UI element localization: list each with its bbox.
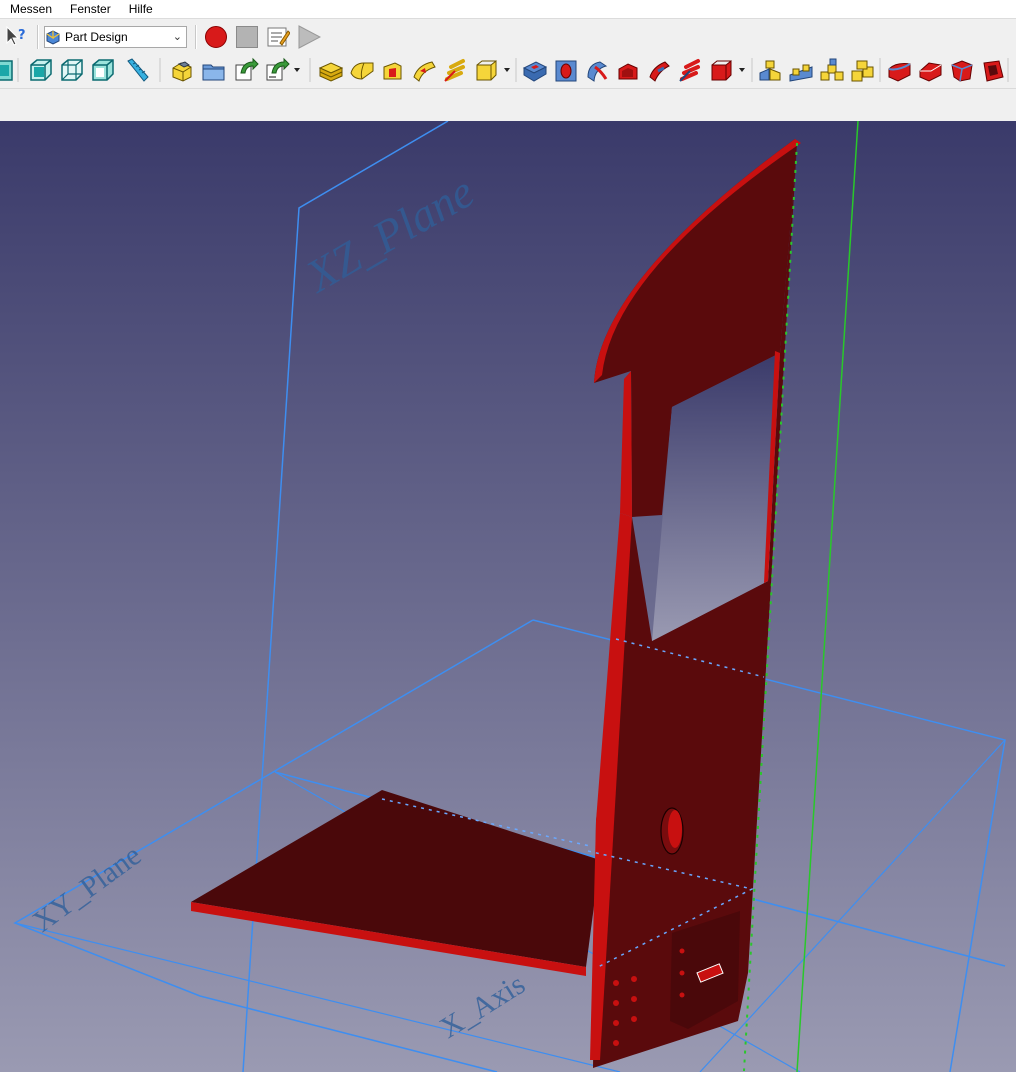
subtractive-primitive-icon[interactable] [711,59,732,81]
subtractive-loft-icon[interactable] [618,63,638,80]
chevron-down-icon: ⌄ [172,31,182,43]
measure-icon[interactable] [127,58,149,82]
groove-icon[interactable] [587,61,608,82]
additive-helix-icon[interactable] [444,59,465,82]
menu-bar: Messen Fenster Hilfe [0,0,1016,18]
box-view-icon[interactable] [0,60,13,81]
chevron-down-icon[interactable] [294,68,300,72]
additive-loft-icon[interactable] [383,62,402,80]
create-body-icon[interactable] [172,61,192,82]
hole-icon[interactable] [555,60,577,82]
sub-shape-binder-icon[interactable] [266,57,290,81]
macro-toolbar: ? Part Design ⌄ [0,18,1016,53]
linear-pattern-icon[interactable] [789,64,813,82]
revolution-icon[interactable] [350,62,374,80]
round-hole-inner [668,810,682,848]
menu-hilfe[interactable]: Hilfe [119,0,161,18]
chevron-down-icon[interactable] [739,68,745,72]
clip-view-icon[interactable] [61,59,83,81]
draft-icon[interactable] [951,60,973,82]
additive-primitive-icon[interactable] [476,59,497,81]
whats-this-icon[interactable]: ? [4,24,28,48]
pocket-icon[interactable] [522,61,548,82]
thickness-icon[interactable] [983,60,1004,82]
menu-fenster[interactable]: Fenster [60,0,119,18]
run-macro-icon[interactable] [297,25,321,49]
clip-view-icon[interactable] [92,59,114,81]
mirrored-icon[interactable] [759,60,781,81]
menu-messen[interactable]: Messen [0,0,60,18]
wireframe-view-icon[interactable] [30,59,52,81]
workbench-label: Part Design [65,30,128,44]
pad-icon[interactable] [318,62,344,82]
stop-macro-icon[interactable] [235,25,259,49]
shape-binder-icon[interactable] [235,57,259,81]
fillet-icon[interactable] [888,63,911,82]
toolbar-separator [195,25,197,49]
multi-transform-icon[interactable] [851,60,874,82]
create-part-icon[interactable] [202,64,225,81]
workbench-selector[interactable]: Part Design ⌄ [44,26,187,48]
edit-macro-icon[interactable] [266,25,290,49]
subtractive-pipe-icon[interactable] [649,61,670,82]
subtractive-helix-icon[interactable] [679,59,700,82]
record-macro-icon[interactable] [204,25,228,49]
chevron-down-icon[interactable] [504,68,510,72]
part-design-workbench-icon [46,30,60,45]
toolbar-separator [37,25,39,49]
empty-toolbar-area [0,88,1016,121]
polar-pattern-icon[interactable] [820,58,844,81]
3d-viewport[interactable]: XZ_Plane XY_Plane X_Axis [0,121,1016,1072]
svg-text:?: ? [18,28,26,43]
partdesign-toolbar [0,52,1016,88]
chamfer-icon[interactable] [919,62,942,82]
additive-pipe-icon[interactable] [413,61,436,82]
